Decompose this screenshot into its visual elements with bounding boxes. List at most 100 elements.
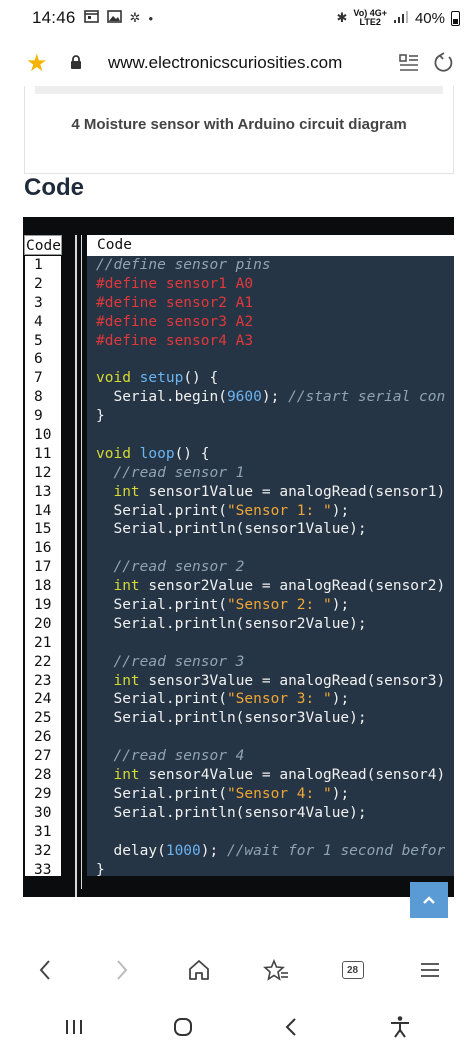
figure-caption: 4 Moisture sensor with Arduino circuit d…: [71, 116, 407, 133]
accessibility-icon[interactable]: [378, 1005, 422, 1049]
line-number: 10: [34, 427, 52, 444]
line-column-header: Code: [24, 235, 62, 255]
code-block[interactable]: //define sensor pins #define sensor1 A0 #d…: [87, 256, 454, 876]
code-line: Serial.begin(9600); //start serial con: [87, 388, 454, 407]
code-line: void loop() {: [87, 445, 454, 464]
code-token: Serial.println(sensor1Value);: [96, 521, 367, 538]
bookmarks-icon[interactable]: [256, 950, 296, 990]
fan-icon: ✲: [129, 10, 141, 25]
line-number: 31: [34, 823, 52, 840]
code-token: "Sensor 3: ": [226, 691, 332, 708]
code-line: Serial.println(sensor4Value);: [87, 804, 454, 823]
code-token: int: [113, 767, 140, 784]
code-token: void: [96, 445, 131, 462]
line-number: 6: [34, 351, 43, 368]
forward-icon[interactable]: [102, 950, 142, 990]
line-number: 30: [34, 804, 52, 821]
code-token: () {: [174, 445, 210, 462]
code-token: Serial.begin(: [96, 389, 227, 406]
battery-icon: [451, 10, 460, 26]
code-line: int sensor2Value = analogRead(sensor2): [87, 577, 454, 596]
code-token: Serial.println(sensor2Value);: [96, 615, 367, 632]
code-token: void: [96, 370, 131, 387]
bookmark-star-icon[interactable]: ★: [26, 49, 54, 78]
browser-toolbar: 28: [0, 944, 474, 996]
lock-icon[interactable]: [70, 54, 90, 72]
scroll-to-top-button[interactable]: [410, 882, 448, 918]
battery-percent: 40%: [414, 9, 445, 27]
code-line: //define sensor pins: [87, 256, 454, 275]
url-field[interactable]: www.electronicscuriosities.com: [108, 53, 392, 73]
code-token: //start serial con: [288, 389, 446, 406]
code-line: //read sensor 2: [87, 558, 454, 577]
code-token: int: [113, 483, 140, 500]
code-column: Code //define sensor pins #define sensor1…: [75, 235, 454, 897]
line-number: 19: [34, 597, 52, 614]
line-number: 17: [34, 559, 52, 576]
address-bar: ★ www.electronicscuriosities.com: [0, 38, 474, 88]
status-time: 14:46: [32, 8, 76, 27]
line-number: 11: [34, 445, 52, 462]
code-line: //read sensor 1: [87, 464, 454, 483]
line-number: 32: [34, 842, 52, 859]
line-number: 23: [34, 672, 52, 689]
code-token: int: [113, 672, 140, 689]
home-circle-icon[interactable]: [161, 1005, 205, 1049]
tab-count: 28: [341, 961, 364, 979]
back-icon[interactable]: [25, 950, 65, 990]
figure-card: 4 Moisture sensor with Arduino circuit d…: [24, 86, 454, 174]
signal-icon: [393, 10, 409, 27]
code-token: Serial.print(: [96, 502, 227, 519]
home-icon[interactable]: [179, 950, 219, 990]
line-number: 24: [34, 691, 52, 708]
line-number: 3: [34, 294, 43, 311]
code-line: Serial.println(sensor2Value);: [87, 615, 454, 634]
line-number: 16: [34, 540, 52, 557]
code-token: sensor3Value = analogRead(sensor3): [139, 672, 446, 689]
code-token: //wait for 1 second befor: [226, 842, 446, 859]
reader-mode-icon[interactable]: [392, 46, 426, 80]
refresh-icon[interactable]: [426, 46, 460, 80]
line-number: 27: [34, 748, 52, 765]
code-token: //read sensor 3: [96, 653, 245, 670]
line-number: 26: [34, 729, 52, 746]
bluetooth-icon: ✱: [336, 10, 348, 25]
line-number: 2: [34, 275, 43, 292]
code-line: //read sensor 4: [87, 747, 454, 766]
line-number: 25: [34, 710, 52, 727]
code-token: int: [113, 578, 140, 595]
menu-icon[interactable]: [410, 950, 450, 990]
code-token: loop: [139, 445, 175, 462]
code-table: Code 1 2 3 4 5 6 7 8 9 10 11 12 13 14 15 16 17 18 19 20 21 22…: [23, 217, 454, 897]
code-token: );: [331, 597, 350, 614]
line-number: 4: [34, 313, 43, 330]
code-token: //read sensor 4: [96, 748, 245, 765]
code-token: //define sensor pins: [96, 257, 271, 273]
line-number: 8: [34, 389, 43, 406]
code-token: }: [96, 408, 105, 425]
dot-icon: •: [148, 10, 154, 26]
code-token: "Sensor 1: ": [226, 502, 332, 519]
figure-image-bottom: [35, 86, 443, 94]
section-heading: Code: [24, 174, 84, 201]
recents-icon[interactable]: [52, 1005, 96, 1049]
code-token: Serial.println(sensor3Value);: [96, 710, 367, 727]
line-number: 1: [34, 257, 43, 273]
line-number: 20: [34, 615, 52, 632]
tabs-icon[interactable]: 28: [333, 950, 373, 990]
nav-back-icon[interactable]: [269, 1005, 313, 1049]
code-token: );: [331, 502, 350, 519]
code-line: delay(1000); //wait for 1 second befor: [87, 842, 454, 861]
code-token: () {: [183, 370, 219, 387]
code-token: #define sensor2 A1: [96, 294, 254, 311]
code-token: //read sensor 2: [96, 559, 245, 576]
status-bar: 14:46 ✲ • ✱ Vo) 4G+ LTE2 40%: [0, 0, 474, 36]
line-number: 28: [34, 767, 52, 784]
